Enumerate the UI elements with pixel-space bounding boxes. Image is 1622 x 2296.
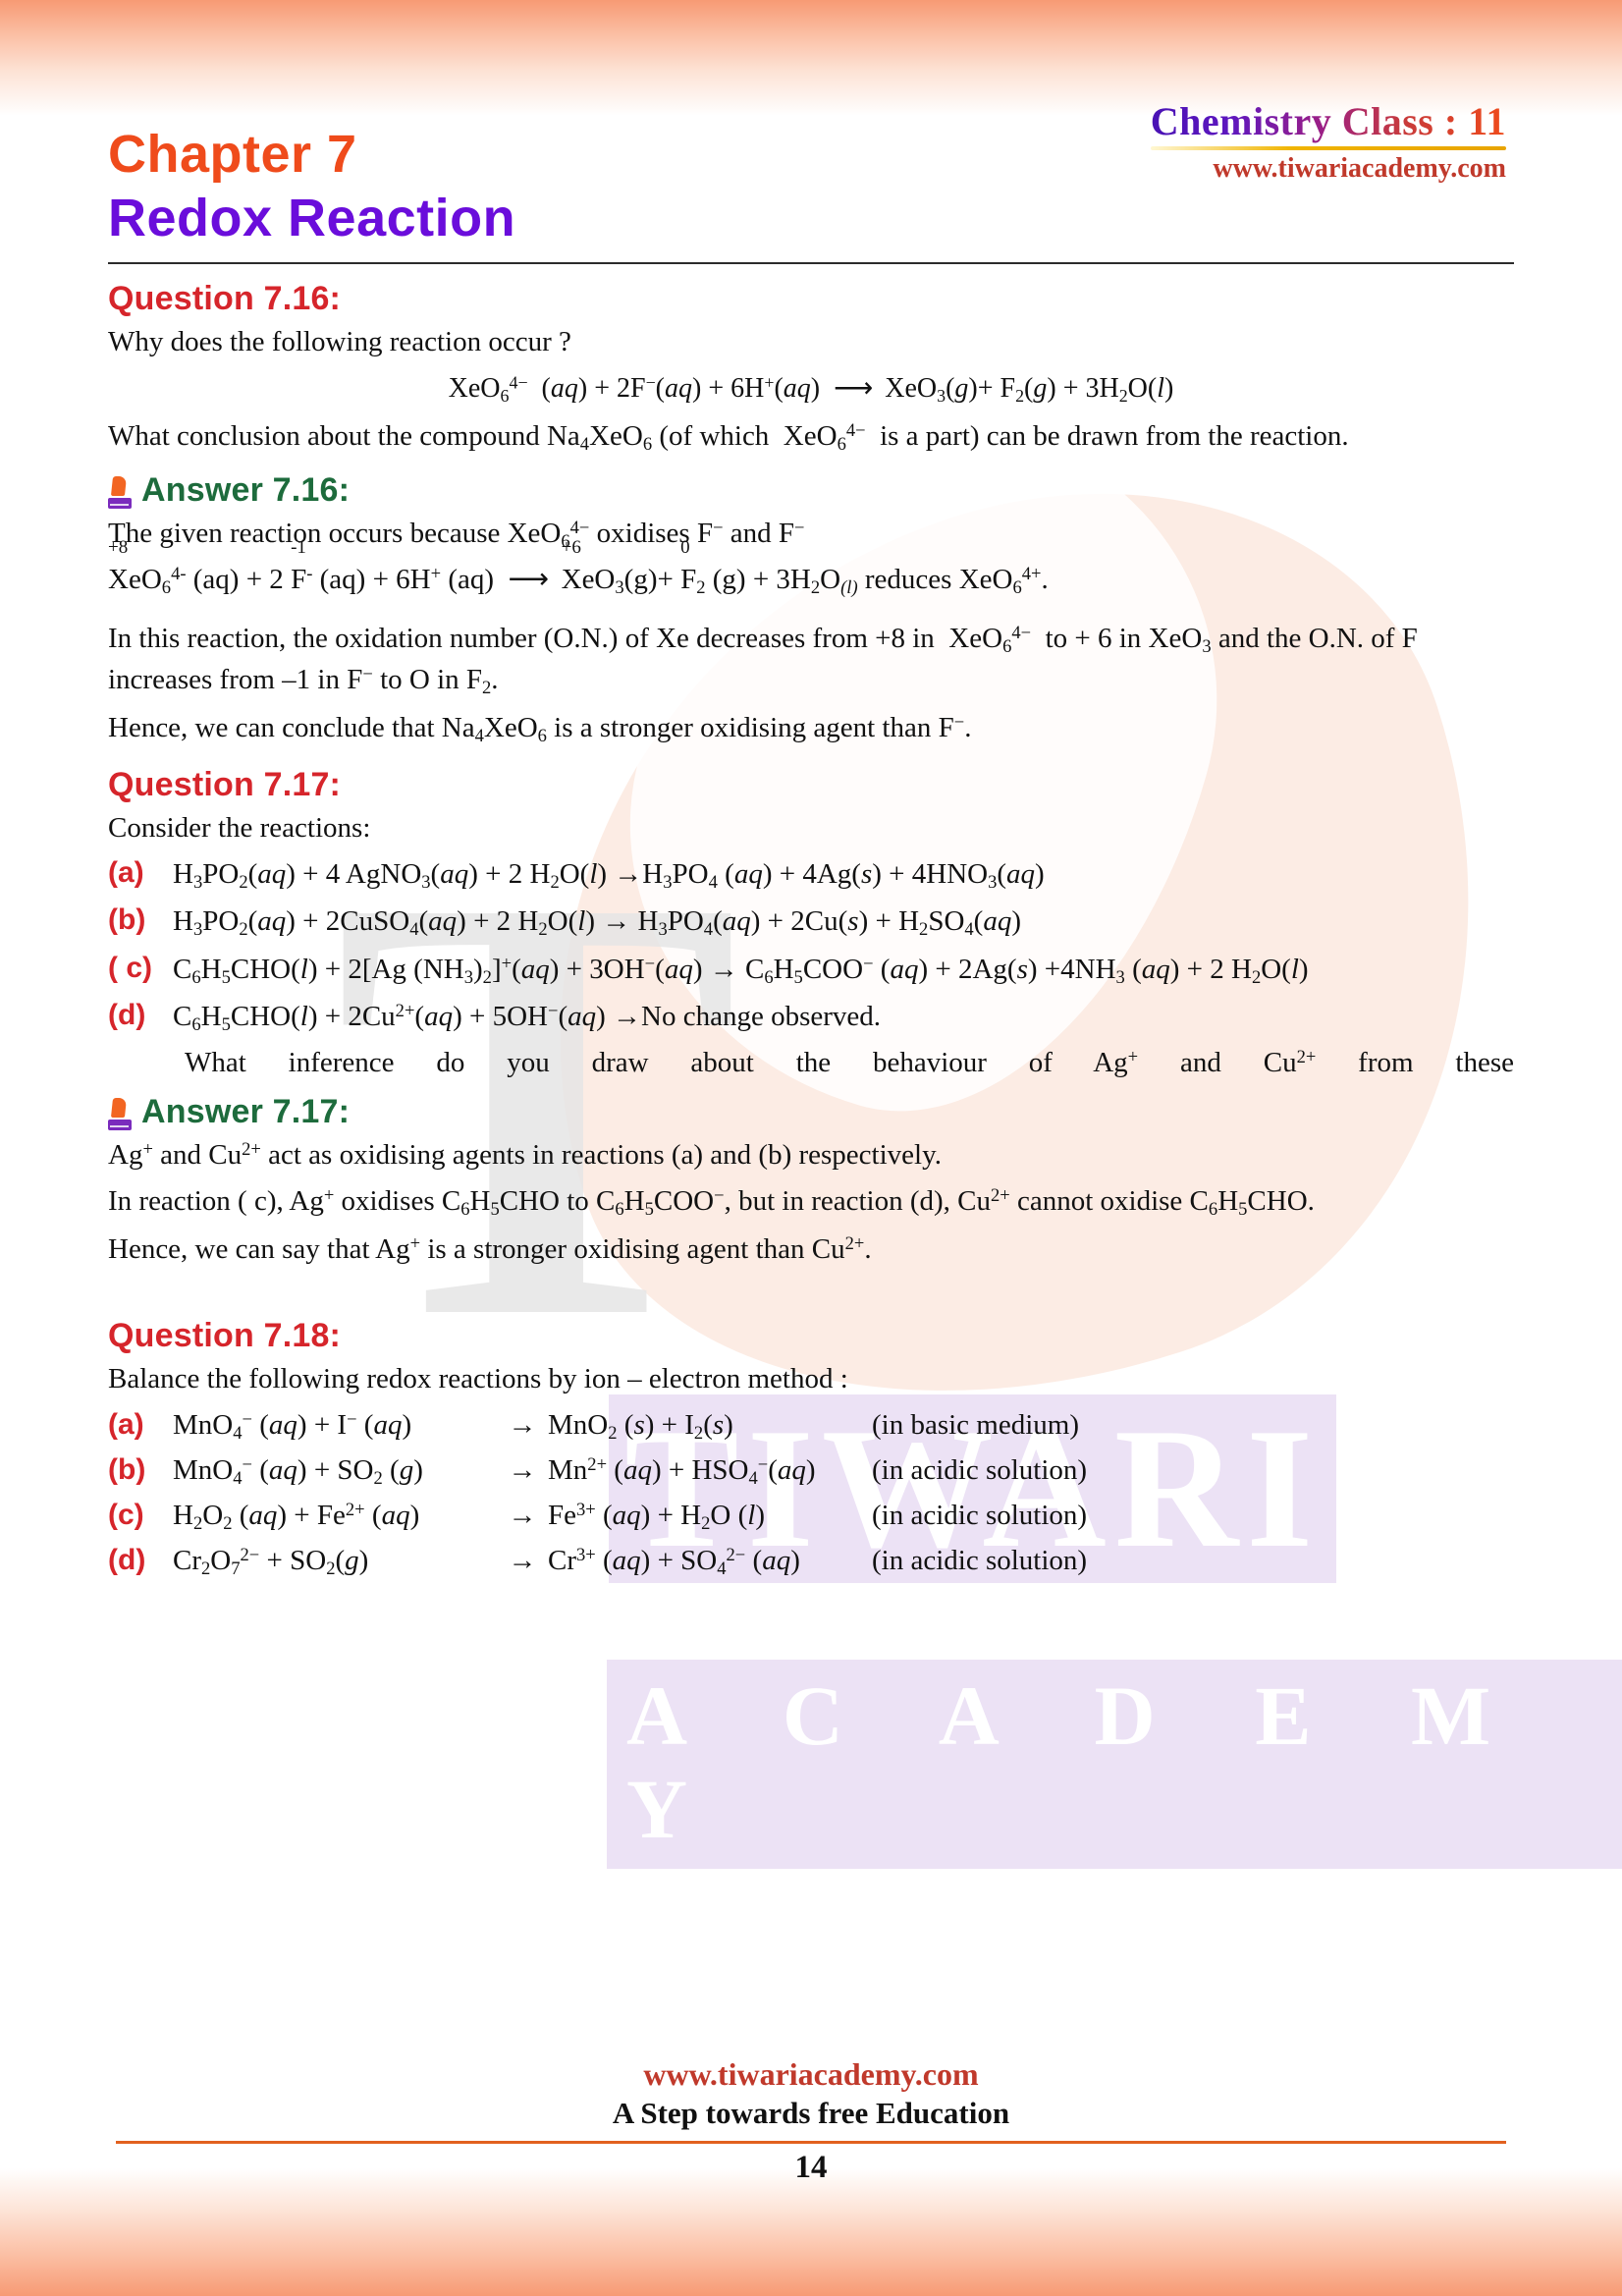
balance-reaction-item: (b) MnO4− (aq) + SO2 (g) → Mn2+ (aq) + H… bbox=[108, 1453, 1514, 1490]
header-website-url[interactable]: www.tiwariacademy.com bbox=[1151, 153, 1506, 185]
footer-divider bbox=[116, 2141, 1506, 2144]
reaction-text: C6H5CHO(l) + 2[Ag (NH3)2]+(aq) + 3OH−(aq… bbox=[173, 953, 1309, 988]
question-716-equation: XeO64− (aq) + 2F−(aq) + 6H+(aq) ⟶ XeO3(g… bbox=[448, 372, 1174, 406]
reaction-left-side: H2O2 (aq) + Fe2+ (aq) bbox=[173, 1500, 420, 1535]
on-label-f-right: 0 bbox=[680, 536, 690, 558]
reaction-item: (d) C6H5CHO(l) + 2Cu2+(aq) + 5OH−(aq) →N… bbox=[108, 997, 1514, 1039]
reaction-label: (b) bbox=[108, 1453, 146, 1487]
header-gold-rule bbox=[1150, 146, 1506, 150]
answer-716-paragraph-1: In this reaction, the oxidation number (… bbox=[108, 622, 1418, 699]
question-716-prompt: Why does the following reaction occur ? bbox=[108, 326, 571, 358]
answer-717-heading: Answer 7.17: bbox=[108, 1093, 1514, 1131]
reaction-arrow: → bbox=[508, 1545, 537, 1577]
answer-716-heading: Answer 7.16: bbox=[108, 471, 1514, 510]
on-label-xe-left: +8 bbox=[108, 536, 129, 558]
reaction-label: (a) bbox=[108, 855, 144, 889]
question-717-prompt: Consider the reactions: bbox=[108, 811, 371, 844]
page-content: Chapter 7 Redox Reaction Question 7.16: … bbox=[0, 0, 1622, 1581]
footer-tagline: A Step towards free Education bbox=[612, 2096, 1010, 2130]
reaction-condition-note: (in basic medium) bbox=[872, 1408, 1080, 1441]
answer-716-paragraph-2: Hence, we can conclude that Na4XeO6 is a… bbox=[108, 711, 972, 747]
question-716-heading: Question 7.16: bbox=[108, 280, 342, 318]
page-footer: www.tiwariacademy.com A Step towards fre… bbox=[0, 2056, 1622, 2186]
footer-website-url[interactable]: www.tiwariacademy.com bbox=[0, 2056, 1622, 2093]
reaction-text: C6H5CHO(l) + 2Cu2+(aq) + 5OH−(aq) →No ch… bbox=[173, 1001, 882, 1036]
reaction-item: ( c) C6H5CHO(l) + 2[Ag (NH3)2]+(aq) + 3O… bbox=[108, 950, 1514, 992]
reaction-label: (b) bbox=[108, 903, 146, 937]
answer-717-line-1: Ag+ and Cu2+ act as oxidising agents in … bbox=[108, 1138, 942, 1171]
reaction-right-side: Cr3+ (aq) + SO42− (aq) bbox=[548, 1545, 800, 1580]
reaction-arrow: → bbox=[508, 1454, 537, 1487]
reaction-right-side: Fe3+ (aq) + H2O (l) bbox=[548, 1500, 765, 1535]
header-title: Chemistry Class : 11 bbox=[1150, 99, 1506, 143]
reaction-label: (d) bbox=[108, 1544, 146, 1577]
reaction-item: (a) H3PO2(aq) + 4 AgNO3(aq) + 2 H2O(l) →… bbox=[108, 854, 1514, 897]
answer-716-lead: The given reaction occurs because XeO64−… bbox=[108, 518, 805, 553]
bookmark-icon bbox=[108, 476, 134, 510]
answer-717-heading-label: Answer 7.17: bbox=[141, 1092, 351, 1130]
question-718-prompt: Balance the following redox reactions by… bbox=[108, 1362, 848, 1394]
answer-716-annotated-equation: +8 XeO64- (aq) + 2 -1 F- (aq) + 6H+ (aq) ⟶… bbox=[108, 536, 1049, 598]
reaction-label: (d) bbox=[108, 999, 146, 1032]
balance-reaction-item: (c) H2O2 (aq) + Fe2+ (aq) → Fe3+ (aq) + … bbox=[108, 1499, 1514, 1535]
on-label-xe-right: +6 bbox=[561, 536, 581, 558]
on-label-f-left: -1 bbox=[291, 536, 306, 558]
bookmark-icon bbox=[108, 1097, 134, 1131]
answer-717-line-2: In reaction ( c), Ag+ oxidises C6H5CHO t… bbox=[108, 1184, 1315, 1221]
reaction-left-side: Cr2O72− + SO2(g) bbox=[173, 1545, 369, 1580]
reaction-item: (b) H3PO2(aq) + 2CuSO4(aq) + 2 H2O(l) → … bbox=[108, 902, 1514, 944]
reaction-arrow: → bbox=[508, 1500, 537, 1532]
chapter-name: Redox Reaction bbox=[108, 189, 516, 248]
reaction-left-side: MnO4− (aq) + SO2 (g) bbox=[173, 1454, 423, 1490]
reaction-condition-note: (in acidic solution) bbox=[872, 1545, 1088, 1577]
answer-716-heading-label: Answer 7.16: bbox=[141, 471, 351, 510]
question-718-heading: Question 7.18: bbox=[108, 1316, 342, 1354]
page-bottom-gradient bbox=[0, 2168, 1622, 2296]
reaction-text: H3PO2(aq) + 4 AgNO3(aq) + 2 H2O(l) →H3PO… bbox=[173, 857, 1045, 893]
question-716-followup: What conclusion about the compound Na4Xe… bbox=[108, 419, 1349, 455]
reaction-label: (a) bbox=[108, 1407, 144, 1441]
reaction-condition-note: (in acidic solution) bbox=[872, 1500, 1088, 1532]
reaction-condition-note: (in acidic solution) bbox=[872, 1454, 1088, 1487]
document-page: T TIWARI A C A D E M Y Chemistry Class :… bbox=[0, 0, 1622, 2296]
reaction-right-side: MnO2 (s) + I2(s) bbox=[548, 1408, 733, 1445]
page-number: 14 bbox=[794, 2150, 828, 2185]
reaction-arrow: → bbox=[508, 1408, 537, 1441]
reaction-left-side: MnO4− (aq) + I− (aq) bbox=[173, 1408, 412, 1445]
answer-717-line-3: Hence, we can say that Ag+ is a stronger… bbox=[108, 1232, 872, 1265]
question-717-heading: Question 7.17: bbox=[108, 765, 342, 803]
reduces-word: reduces bbox=[864, 563, 952, 595]
watermark-academy: A C A D E M Y bbox=[607, 1660, 1622, 1870]
reaction-right-side: Mn2+ (aq) + HSO4−(aq) bbox=[548, 1454, 816, 1490]
page-header: Chemistry Class : 11 www.tiwariacademy.c… bbox=[1150, 98, 1506, 185]
reaction-label: ( c) bbox=[108, 951, 152, 984]
reaction-label: (c) bbox=[108, 1499, 144, 1532]
balance-reaction-item: (a) MnO4− (aq) + I− (aq) → MnO2 (s) + I2… bbox=[108, 1408, 1514, 1445]
title-divider bbox=[108, 262, 1514, 265]
balance-reaction-item: (d) Cr2O72− + SO2(g) → Cr3+ (aq) + SO42−… bbox=[108, 1544, 1514, 1580]
question-717-inference: What inference do you draw about the beh… bbox=[185, 1046, 1514, 1078]
reaction-text: H3PO2(aq) + 2CuSO4(aq) + 2 H2O(l) → H3PO… bbox=[173, 905, 1022, 941]
